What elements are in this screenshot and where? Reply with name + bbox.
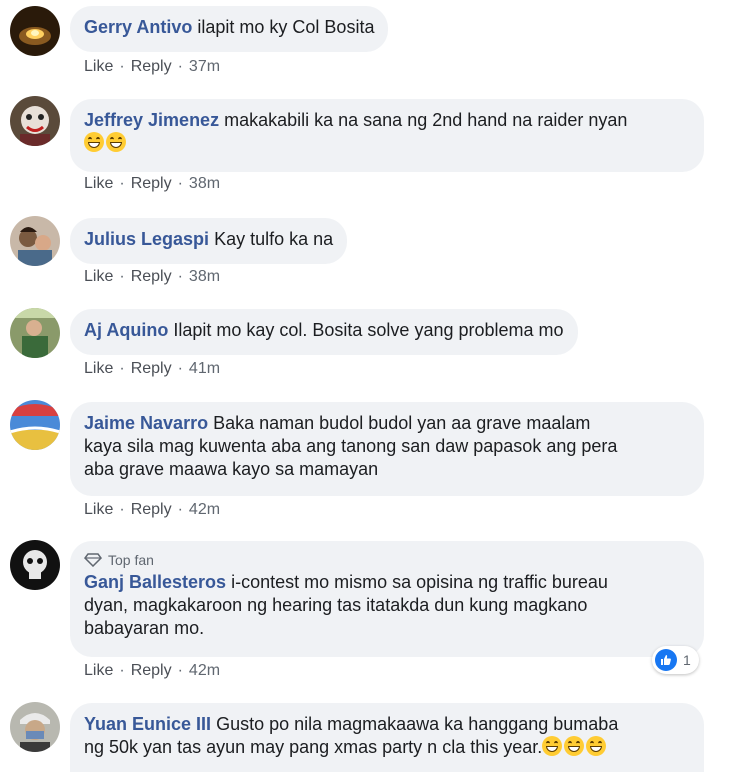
comment-text: Ilapit mo kay col. Bosita solve yang pro… [173, 320, 564, 340]
commenter-name[interactable]: Yuan Eunice III [84, 714, 211, 734]
family-avatar-icon [10, 216, 60, 266]
comment-text-line: Baka naman budol budol yan aa grave maal… [213, 413, 591, 433]
commenter-name[interactable]: Julius Legaspi [84, 229, 209, 249]
comment-bubble: Yuan Eunice III Gusto po nila magmakaawa… [70, 703, 704, 772]
comment-text: Kay tulfo ka na [214, 229, 334, 249]
comment-bubble: Julius Legaspi Kay tulfo ka na [70, 218, 348, 264]
timestamp[interactable]: 42m [189, 662, 220, 679]
avatar[interactable] [10, 6, 60, 56]
comment-actions: Like · Reply · 41m [84, 360, 220, 378]
grinning-emoji-icon [106, 132, 126, 152]
commenter-name[interactable]: Aj Aquino [84, 320, 168, 340]
comment-actions: Like · Reply · 38m [84, 268, 220, 286]
timestamp[interactable]: 38m [189, 175, 220, 192]
photo-avatar-icon [10, 308, 60, 358]
landscape-avatar-icon [10, 400, 60, 450]
diamond-icon [84, 553, 102, 567]
like-button[interactable]: Like [84, 268, 113, 285]
comment-text-line: aba grave maawa kayo sa mamayan [84, 459, 379, 479]
timestamp[interactable]: 41m [189, 360, 220, 377]
comment-actions: Like · Reply · 37m [84, 58, 220, 76]
separator: · [119, 58, 125, 75]
separator: · [119, 662, 125, 679]
avatar[interactable] [10, 216, 60, 266]
comment-bubble: Jeffrey Jimenez makakabili ka na sana ng… [70, 99, 704, 172]
reply-button[interactable]: Reply [131, 58, 172, 75]
timestamp[interactable]: 42m [189, 501, 220, 518]
separator: · [177, 662, 183, 679]
separator: · [119, 175, 125, 192]
like-reaction-icon [655, 649, 677, 671]
timestamp[interactable]: 38m [189, 268, 220, 285]
comment-text-line: babayaran mo. [84, 618, 205, 638]
like-button[interactable]: Like [84, 662, 113, 679]
separator: · [119, 360, 125, 377]
separator: · [177, 501, 183, 518]
like-button[interactable]: Like [84, 175, 113, 192]
laughing-emoji-icon [542, 736, 563, 756]
comment-bubble: Aj Aquino Ilapit mo kay col. Bosita solv… [70, 309, 578, 355]
commenter-name[interactable]: Jaime Navarro [84, 413, 208, 433]
commenter-name[interactable]: Jeffrey Jimenez [84, 110, 219, 130]
comment-text-line: Gusto po nila magmakaawa ka hanggang bum… [216, 714, 619, 734]
comment-text-line: i-contest mo mismo sa opisina ng traffic… [231, 572, 608, 592]
separator: · [177, 175, 183, 192]
reaction-count-badge[interactable]: 1 [652, 646, 699, 674]
laughing-emoji-icon [586, 736, 607, 756]
comment-bubble: Top fan Ganj Ballesteros i-contest mo mi… [70, 541, 704, 657]
avatar[interactable] [10, 308, 60, 358]
timestamp[interactable]: 37m [189, 58, 220, 75]
separator: · [177, 268, 183, 285]
comment-bubble: Gerry Antivo ilapit mo ky Col Bosita [70, 6, 389, 52]
comment-text: makakabili ka na sana ng 2nd hand na rai… [224, 110, 628, 130]
separator: · [177, 58, 183, 75]
avatar[interactable] [10, 702, 60, 752]
top-fan-badge: Top fan [84, 551, 690, 569]
reaction-count: 1 [683, 652, 691, 668]
comment-actions: Like · Reply · 42m [84, 501, 220, 519]
avatar[interactable] [10, 400, 60, 450]
comment-bubble: Jaime Navarro Baka naman budol budol yan… [70, 402, 704, 496]
reply-button[interactable]: Reply [131, 360, 172, 377]
like-button[interactable]: Like [84, 501, 113, 518]
comment-text: ilapit mo ky Col Bosita [197, 17, 375, 37]
reply-button[interactable]: Reply [131, 662, 172, 679]
comment-actions: Like · Reply · 42m [84, 662, 220, 680]
like-button[interactable]: Like [84, 58, 113, 75]
separator: · [119, 268, 125, 285]
separator: · [177, 360, 183, 377]
comment-text-line: ng 50k yan tas ayun may pang xmas party … [84, 737, 543, 757]
commenter-name[interactable]: Ganj Ballesteros [84, 572, 226, 592]
laughing-emoji-icon [564, 736, 585, 756]
reply-button[interactable]: Reply [131, 175, 172, 192]
avatar[interactable] [10, 540, 60, 590]
comment-actions: Like · Reply · 38m [84, 175, 220, 193]
avatar[interactable] [10, 96, 60, 146]
comment-text-line: dyan, magkakaroon ng hearing tas itatakd… [84, 595, 588, 615]
comment-text-line: kaya sila mag kuwenta aba ang tanong san… [84, 436, 618, 456]
clown-avatar-icon [10, 96, 60, 146]
commenter-name[interactable]: Gerry Antivo [84, 17, 192, 37]
grinning-emoji-icon [84, 132, 104, 152]
candle-avatar-icon [10, 6, 60, 56]
separator: · [119, 501, 125, 518]
like-button[interactable]: Like [84, 360, 113, 377]
top-fan-label: Top fan [108, 552, 154, 568]
skull-avatar-icon [10, 540, 60, 590]
reply-button[interactable]: Reply [131, 268, 172, 285]
reply-button[interactable]: Reply [131, 501, 172, 518]
masked-person-avatar-icon [10, 702, 60, 752]
